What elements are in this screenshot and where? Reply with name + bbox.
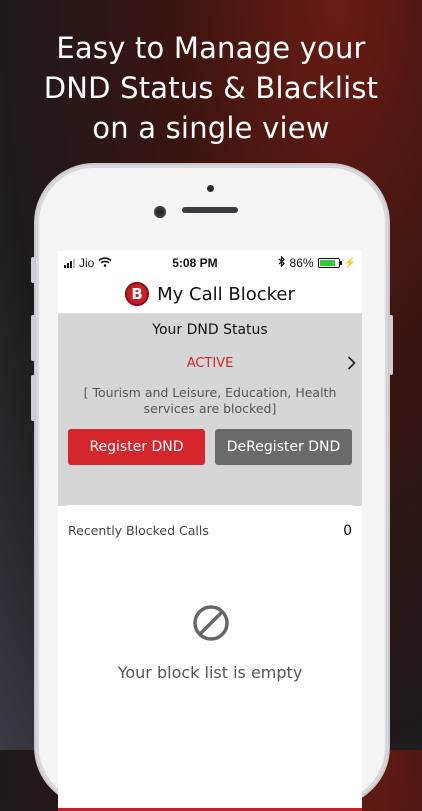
phone-volume-up [31, 315, 35, 361]
recently-blocked-card: Recently Blocked Calls 0 Your block list… [58, 505, 362, 811]
charging-bolt-icon: ⚡ [343, 257, 356, 269]
headline-line-1: Easy to Manage your [56, 31, 366, 65]
phone-volume-down [31, 375, 35, 421]
chevron-right-icon[interactable] [347, 354, 356, 375]
battery-percent: 86% [289, 256, 314, 270]
blocked-count: 0 [343, 523, 352, 539]
app-header: B My Call Blocker [58, 275, 362, 314]
wifi-icon [98, 256, 112, 270]
phone-speaker [182, 207, 238, 213]
dnd-button-row: Register DND DeRegister DND [58, 429, 362, 465]
phone-screen: Jio 5:08 PM 86% ⚡ B My Call Blocker Your… [58, 251, 362, 811]
dnd-status-title: Your DND Status [152, 322, 268, 338]
phone-frame: Jio 5:08 PM 86% ⚡ B My Call Blocker Your… [31, 165, 393, 811]
deregister-dnd-button[interactable]: DeRegister DND [215, 429, 352, 465]
carrier-name: Jio [79, 256, 95, 270]
recently-blocked-header: Recently Blocked Calls [68, 523, 209, 538]
phone-mute-switch [31, 257, 35, 283]
register-dnd-button[interactable]: Register DND [68, 429, 205, 465]
phone-front-camera [154, 206, 166, 218]
signal-icon [64, 258, 75, 268]
headline-line-3: on a single view [92, 111, 330, 145]
phone-sensor [207, 185, 214, 192]
app-title: My Call Blocker [157, 283, 295, 305]
dnd-status-panel[interactable]: Your DND Status ACTIVE [ Tourism and Lei… [58, 314, 362, 506]
empty-list-message: Your block list is empty [117, 663, 303, 682]
phone-power-button [389, 315, 393, 375]
promo-headline: Easy to Manage your DND Status & Blackli… [0, 28, 422, 148]
dnd-blocked-categories: [ Tourism and Leisure, Education, Health… [83, 385, 337, 416]
app-logo-icon: B [125, 282, 150, 306]
prohibited-icon [191, 603, 231, 647]
clock: 5:08 PM [172, 256, 218, 270]
battery-icon [317, 258, 342, 268]
bluetooth-icon [278, 255, 286, 270]
dnd-status-value: ACTIVE [186, 356, 234, 371]
status-bar: Jio 5:08 PM 86% ⚡ [58, 251, 362, 275]
headline-line-2: DND Status & Blacklist [43, 71, 379, 105]
